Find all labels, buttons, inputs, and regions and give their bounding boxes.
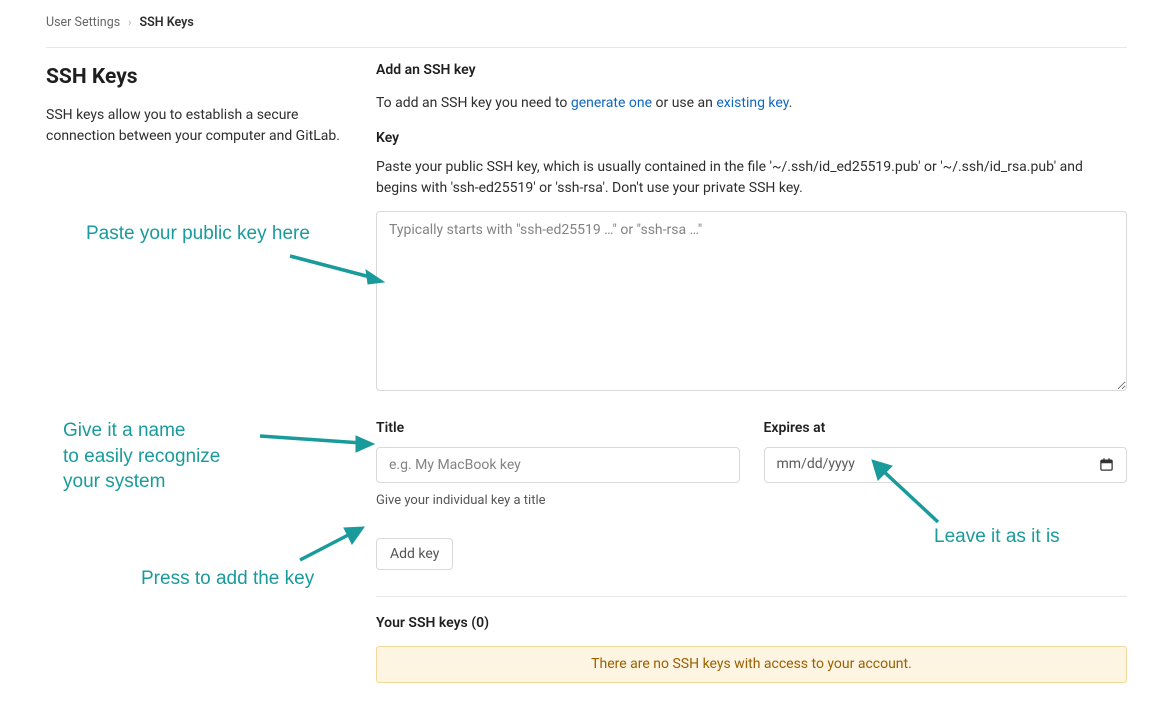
ssh-keys-list-heading: Your SSH keys (0) [376, 613, 1127, 634]
form-intro: To add an SSH key you need to generate o… [376, 93, 1127, 114]
breadcrumb-current: SSH Keys [139, 14, 193, 33]
main-content: Add an SSH key To add an SSH key you nee… [376, 60, 1127, 684]
chevron-right-icon: › [128, 15, 131, 32]
intro-text-end: . [789, 95, 793, 111]
intro-text-mid: or use an [652, 95, 716, 111]
calendar-icon [1099, 457, 1114, 472]
key-field-label: Key [376, 128, 1127, 149]
title-help-text: Give your individual key a title [376, 491, 740, 511]
empty-keys-notice: There are no SSH keys with access to you… [376, 646, 1127, 683]
existing-key-link[interactable]: existing key [716, 95, 788, 111]
title-input[interactable] [376, 447, 740, 483]
breadcrumb: User Settings › SSH Keys [46, 10, 1127, 48]
key-help-text: Paste your public SSH key, which is usua… [376, 157, 1127, 199]
expires-date-input[interactable]: mm/dd/yyyy [764, 447, 1128, 483]
expires-field-label: Expires at [764, 418, 1128, 439]
intro-text: To add an SSH key you need to [376, 95, 571, 111]
divider [376, 596, 1127, 597]
page-description: SSH keys allow you to establish a secure… [46, 105, 340, 147]
generate-key-link[interactable]: generate one [571, 95, 652, 111]
title-field-label: Title [376, 418, 740, 439]
date-placeholder-text: mm/dd/yyyy [777, 454, 855, 475]
page-title: SSH Keys [46, 62, 340, 94]
ssh-key-textarea[interactable] [376, 211, 1127, 391]
settings-sidebar: SSH Keys SSH keys allow you to establish… [46, 60, 340, 684]
add-key-button[interactable]: Add key [376, 538, 453, 570]
breadcrumb-parent[interactable]: User Settings [46, 14, 120, 33]
form-section-title: Add an SSH key [376, 60, 1127, 81]
